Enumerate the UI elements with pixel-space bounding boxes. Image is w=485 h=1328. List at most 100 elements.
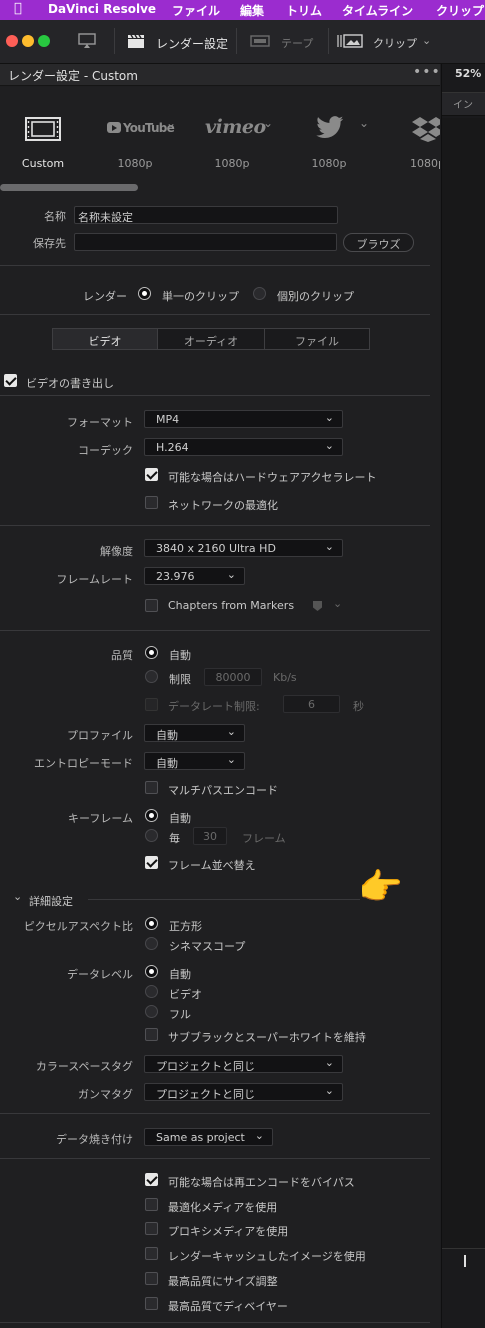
hw-accel-label[interactable]: 可能な場合はハードウェアアクセラレート — [168, 469, 376, 485]
use-proxy-label[interactable]: プロキシメディアを使用 — [168, 1223, 288, 1239]
more-icon[interactable]: ••• — [413, 64, 441, 80]
menu-item-file[interactable]: ファイル — [172, 2, 220, 19]
datarate-limit-checkbox[interactable] — [145, 698, 158, 711]
preset-twitter-label[interactable]: 1080p — [304, 157, 354, 170]
quality-auto-label[interactable]: 自動 — [169, 647, 191, 663]
hw-accel-checkbox[interactable] — [145, 468, 158, 481]
menu-item-edit[interactable]: 編集 — [240, 2, 264, 19]
advanced-settings-header[interactable]: 詳細設定 — [29, 893, 73, 909]
bypass-reencode-label[interactable]: 可能な場合は再エンコードをバイパス — [168, 1174, 355, 1190]
monitor-icon[interactable] — [78, 33, 96, 49]
individual-clips-radio[interactable] — [253, 287, 266, 300]
datarate-input[interactable]: 6 — [283, 695, 340, 713]
keyframe-auto-radio[interactable] — [145, 809, 158, 822]
use-optimized-checkbox[interactable] — [145, 1198, 158, 1211]
export-video-label[interactable]: ビデオの書き出し — [26, 375, 114, 391]
tab-file[interactable]: ファイル — [264, 328, 370, 350]
tape-icon[interactable] — [250, 35, 270, 47]
export-video-checkbox[interactable] — [4, 374, 17, 387]
vimeo-icon[interactable]: vimeo — [205, 116, 266, 138]
max-quality-resize-label[interactable]: 最高品質にサイズ調整 — [168, 1273, 278, 1289]
quality-limit-label[interactable]: 制限 — [169, 671, 191, 687]
keyframe-every-label[interactable]: 毎 — [169, 830, 180, 846]
dropbox-icon[interactable] — [411, 116, 440, 142]
data-level-full-radio[interactable] — [145, 1005, 158, 1018]
par-cinemascope-radio[interactable] — [145, 937, 158, 950]
tape-tab-label[interactable]: テープ — [281, 35, 313, 51]
single-clip-radio[interactable] — [138, 287, 151, 300]
frame-reorder-checkbox[interactable] — [145, 856, 158, 869]
network-opt-checkbox[interactable] — [145, 496, 158, 509]
use-optimized-label[interactable]: 最適化メディアを使用 — [168, 1199, 277, 1215]
par-square-radio[interactable] — [145, 917, 158, 930]
quality-limit-input[interactable]: 80000 — [204, 668, 262, 686]
gamma-dropdown[interactable]: プロジェクトと同じ ⌄ — [144, 1083, 343, 1101]
entropy-dropdown[interactable]: 自動 ⌄ — [144, 752, 245, 770]
keyframe-interval-input[interactable]: 30 — [193, 827, 227, 845]
codec-dropdown[interactable]: H.264 ⌄ — [144, 438, 343, 456]
chevron-down-icon[interactable]: ⌄ — [263, 116, 273, 130]
data-level-auto-radio[interactable] — [145, 965, 158, 978]
framerate-dropdown[interactable]: 23.976 ⌄ — [144, 567, 245, 585]
tab-video[interactable]: ビデオ — [52, 328, 158, 350]
menu-item-clip[interactable]: クリップ — [436, 2, 484, 19]
max-quality-debayer-label[interactable]: 最高品質でディベイヤー — [168, 1298, 288, 1314]
quality-limit-radio[interactable] — [145, 670, 158, 683]
chevron-down-icon[interactable]: ⌄ — [422, 34, 431, 47]
network-opt-label[interactable]: ネットワークの最適化 — [168, 497, 278, 513]
max-quality-resize-checkbox[interactable] — [145, 1272, 158, 1285]
frame-reorder-label[interactable]: フレーム並べ替え — [168, 857, 256, 873]
filename-input[interactable]: 名称未設定 — [74, 206, 338, 224]
location-input[interactable] — [74, 233, 337, 251]
chevron-down-icon[interactable]: ⌄ — [359, 116, 369, 130]
chapters-checkbox[interactable] — [145, 599, 158, 612]
preset-custom-label[interactable]: Custom — [10, 157, 76, 170]
multipass-label[interactable]: マルチパスエンコード — [168, 782, 278, 798]
retain-sub-black-checkbox[interactable] — [145, 1028, 158, 1041]
tab-audio[interactable]: オーディオ — [157, 328, 265, 350]
preset-dropbox-label[interactable]: 1080p — [410, 157, 440, 170]
chevron-down-icon[interactable]: ⌄ — [13, 890, 22, 903]
film-icon[interactable] — [25, 117, 61, 141]
preset-youtube-label[interactable]: 1080p — [110, 157, 160, 170]
chevron-down-icon[interactable]: ⌄ — [166, 116, 176, 130]
data-level-full-label[interactable]: フル — [169, 1006, 191, 1022]
clip-dropdown-label[interactable]: クリップ — [373, 35, 417, 51]
menu-app-name[interactable]: DaVinci Resolve — [48, 2, 156, 16]
menu-item-timeline[interactable]: タイムライン — [342, 2, 413, 19]
data-level-auto-label[interactable]: 自動 — [169, 966, 191, 982]
close-window-button[interactable] — [6, 35, 18, 47]
minimize-window-button[interactable] — [22, 35, 34, 47]
preset-vimeo-label[interactable]: 1080p — [207, 157, 257, 170]
individual-clips-label[interactable]: 個別のクリップ — [277, 288, 354, 304]
zoom-level[interactable]: 52% — [455, 67, 481, 80]
clapper-icon[interactable] — [127, 33, 145, 49]
data-level-video-label[interactable]: ビデオ — [169, 986, 202, 1002]
par-square-label[interactable]: 正方形 — [169, 918, 202, 934]
multipass-checkbox[interactable] — [145, 781, 158, 794]
keyframe-every-radio[interactable] — [145, 829, 158, 842]
zoom-window-button[interactable] — [38, 35, 50, 47]
bypass-reencode-checkbox[interactable] — [145, 1173, 158, 1186]
viewer-playhead[interactable] — [464, 1255, 466, 1267]
par-cinemascope-label[interactable]: シネマスコープ — [169, 938, 245, 954]
keyframe-auto-label[interactable]: 自動 — [169, 810, 191, 826]
single-clip-label[interactable]: 単一のクリップ — [162, 288, 239, 304]
resolution-dropdown[interactable]: 3840 x 2160 Ultra HD ⌄ — [144, 539, 343, 557]
use-render-cache-checkbox[interactable] — [145, 1247, 158, 1260]
clip-view-icon[interactable] — [337, 34, 363, 48]
use-render-cache-label[interactable]: レンダーキャッシュしたイメージを使用 — [168, 1248, 366, 1264]
use-proxy-checkbox[interactable] — [145, 1222, 158, 1235]
profile-dropdown[interactable]: 自動 ⌄ — [144, 724, 245, 742]
data-level-video-radio[interactable] — [145, 985, 158, 998]
chapters-label[interactable]: Chapters from Markers — [168, 599, 294, 612]
browse-button[interactable]: ブラウズ — [343, 233, 414, 252]
render-settings-tab-label[interactable]: レンダー設定 — [156, 35, 228, 52]
quality-auto-radio[interactable] — [145, 646, 158, 659]
data-burn-dropdown[interactable]: Same as project ⌄ — [144, 1128, 273, 1146]
menu-item-trim[interactable]: トリム — [286, 2, 322, 19]
twitter-icon[interactable] — [315, 116, 345, 140]
color-space-dropdown[interactable]: プロジェクトと同じ ⌄ — [144, 1055, 343, 1073]
presets-scrollbar[interactable] — [0, 184, 138, 191]
apple-icon[interactable]:  — [14, 1, 22, 16]
